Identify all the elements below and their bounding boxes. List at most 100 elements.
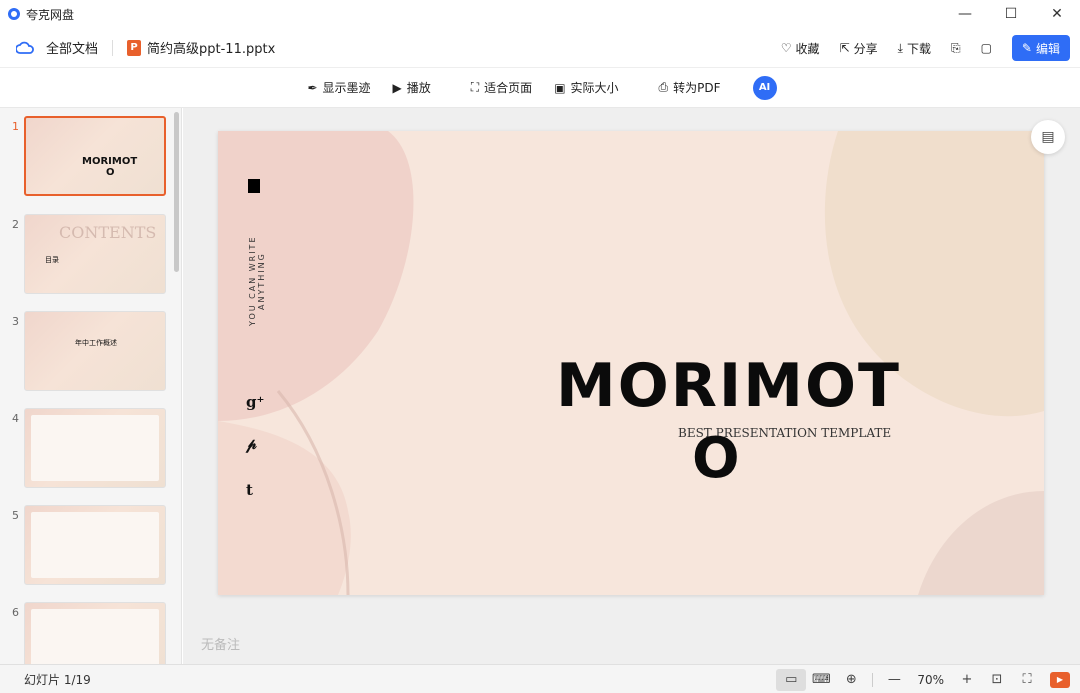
slide-thumbnail-1[interactable]: MORIMOT O: [24, 116, 166, 196]
play-button[interactable]: ▶ 播放: [389, 79, 435, 96]
slideshow-button[interactable]: ▶: [1050, 671, 1070, 688]
zoom-out-button[interactable]: —: [879, 669, 909, 691]
file-toolbar: 全部文档 P 简约高级ppt-11.pptx ♡ 收藏 ⇱ 分享 ⤓ 下载 ⎘ …: [0, 28, 1080, 68]
heart-icon: ♡: [780, 41, 792, 55]
pdf-icon: ⎙: [658, 80, 669, 94]
thumbnail-caption: 目录: [45, 256, 59, 264]
status-bar: 幻灯片 1/19 ▭ ⌨ ⊕ — 70% + ⊡ ⛶ ▶: [0, 664, 1080, 693]
slide-thumbnail-5[interactable]: [24, 505, 166, 585]
all-docs-link[interactable]: 全部文档: [0, 38, 98, 57]
thumbnail-number: 5: [12, 509, 19, 522]
app-title: 夸克网盘: [26, 7, 75, 22]
thumbnail-number: 1: [12, 120, 19, 133]
all-docs-label: 全部文档: [46, 42, 99, 57]
share-label: 分享: [853, 41, 878, 56]
normal-view-button[interactable]: ▭: [776, 668, 807, 691]
thumbnail-number: 6: [12, 606, 19, 619]
feedback-icon: ▢: [980, 41, 992, 55]
thumbnail-caption: 年中工作概述: [75, 339, 117, 347]
actual-size-button[interactable]: ▣ 实际大小: [550, 79, 622, 96]
plus-icon: +: [961, 672, 973, 687]
zoom-level: 70%: [917, 672, 944, 687]
favorite-label: 收藏: [795, 41, 820, 56]
slide-canvas: YOU CAN WRITE ANYTHING g⁺ 𝓅 t MORIMOT BE…: [183, 108, 1080, 664]
window-controls: — ☐ ✕: [942, 0, 1080, 28]
globe-icon: ⊕: [845, 672, 857, 687]
notes-icon: ▤: [1041, 129, 1055, 145]
zoom-in-button[interactable]: +: [952, 669, 982, 691]
quill-icon: ✒: [307, 80, 318, 95]
edit-label: 编辑: [1035, 41, 1060, 56]
play-icon: ▶: [1056, 675, 1064, 684]
title-bar: 夸克网盘 — ☐ ✕: [0, 0, 1080, 28]
slide-logo-square: [248, 179, 260, 193]
fullscreen-button[interactable]: ⛶: [1012, 669, 1042, 691]
slide-thumbnail-panel: 1 MORIMOT O 2 CONTENTS 目录 3 年中工作概述 4 5 6: [0, 108, 182, 664]
fit-page-icon: ⛶: [470, 80, 480, 94]
fit-icon: ⊡: [991, 672, 1003, 687]
ai-assistant-button[interactable]: AI: [752, 75, 777, 100]
download-button[interactable]: ⤓ 下载: [888, 40, 941, 57]
slide-thumbnail-4[interactable]: [24, 408, 166, 488]
tumblr-icon: t: [246, 481, 253, 499]
file-name-tab: P 简约高级ppt-11.pptx: [127, 38, 275, 57]
thumbnail-content: [31, 512, 159, 578]
fit-page-label: 适合页面: [484, 81, 533, 95]
fullscreen-icon: ⛶: [1022, 672, 1032, 687]
keyboard-icon: ⌨: [811, 672, 831, 687]
thumbnail-content: [31, 609, 159, 664]
play-label: 播放: [406, 81, 431, 95]
show-ink-label: 显示墨迹: [322, 81, 371, 95]
favorite-button[interactable]: ♡ 收藏: [771, 40, 830, 57]
export-button[interactable]: ⎘: [941, 41, 971, 56]
file-actions: ♡ 收藏 ⇱ 分享 ⤓ 下载 ⎘ ▢ ✎ 编辑: [771, 28, 1070, 68]
slide-title: MORIMOT: [556, 351, 901, 421]
pen-icon: ✎: [1021, 41, 1032, 55]
fit-page-button[interactable]: ⛶ 适合页面: [467, 79, 536, 96]
normal-view-icon: ▭: [785, 672, 798, 687]
download-label: 下载: [906, 41, 931, 56]
sidebar-scrollbar[interactable]: [174, 112, 179, 272]
maximize-button[interactable]: ☐: [988, 0, 1034, 28]
play-circle-icon: ▶: [392, 80, 402, 95]
slide-thumbnail-2[interactable]: CONTENTS 目录: [24, 214, 166, 294]
download-icon: ⤓: [897, 40, 903, 55]
fit-window-button[interactable]: ⊡: [982, 669, 1012, 691]
actual-size-icon: ▣: [554, 80, 566, 95]
actual-size-label: 实际大小: [570, 81, 619, 95]
slide-vertical-text: YOU CAN WRITE ANYTHING: [248, 235, 266, 327]
file-name: 简约高级ppt-11.pptx: [147, 42, 276, 57]
pinterest-icon: 𝓅: [246, 435, 257, 453]
export-icon: ⎘: [950, 40, 961, 55]
speaker-notes[interactable]: 无备注: [201, 634, 240, 653]
divider: [112, 39, 114, 56]
show-ink-button[interactable]: ✒ 显示墨迹: [303, 79, 374, 96]
cloud-icon: [16, 41, 34, 55]
slide-thumbnail-3[interactable]: 年中工作概述: [24, 311, 166, 391]
feedback-button[interactable]: ▢: [971, 41, 1002, 55]
slide-title-continued: O: [692, 426, 740, 491]
divider: [872, 672, 874, 687]
convert-pdf-button[interactable]: ⎙ 转为PDF: [655, 79, 725, 96]
slide-counter: 幻灯片 1/19: [24, 672, 91, 687]
current-slide[interactable]: YOU CAN WRITE ANYTHING g⁺ 𝓅 t MORIMOT BE…: [218, 131, 1044, 595]
minus-icon: —: [887, 672, 901, 687]
convert-pdf-label: 转为PDF: [673, 81, 721, 95]
notes-view-button[interactable]: ⌨: [806, 669, 836, 691]
app-logo-icon: [8, 8, 20, 20]
minimize-button[interactable]: —: [942, 0, 988, 28]
view-toolbar: ✒ 显示墨迹 ▶ 播放 ⛶ 适合页面 ▣ 实际大小 ⎙ 转为PDF AI: [0, 68, 1080, 108]
close-button[interactable]: ✕: [1034, 0, 1080, 28]
notes-toggle-button[interactable]: ▤: [1031, 120, 1065, 154]
thumbnail-number: 2: [12, 218, 19, 231]
google-plus-icon: g⁺: [246, 393, 265, 411]
slide-thumbnail-6[interactable]: [24, 602, 166, 664]
share-button[interactable]: ⇱ 分享: [830, 40, 888, 57]
language-button[interactable]: ⊕: [836, 669, 866, 691]
edit-button[interactable]: ✎ 编辑: [1011, 35, 1070, 61]
thumbnail-caption: MORIMOT: [82, 156, 138, 167]
thumbnail-caption: O: [106, 167, 115, 178]
thumbnail-number: 4: [12, 412, 19, 425]
status-controls: ▭ ⌨ ⊕ — 70% + ⊡ ⛶ ▶: [776, 665, 1070, 693]
thumbnail-caption: CONTENTS: [59, 223, 157, 242]
